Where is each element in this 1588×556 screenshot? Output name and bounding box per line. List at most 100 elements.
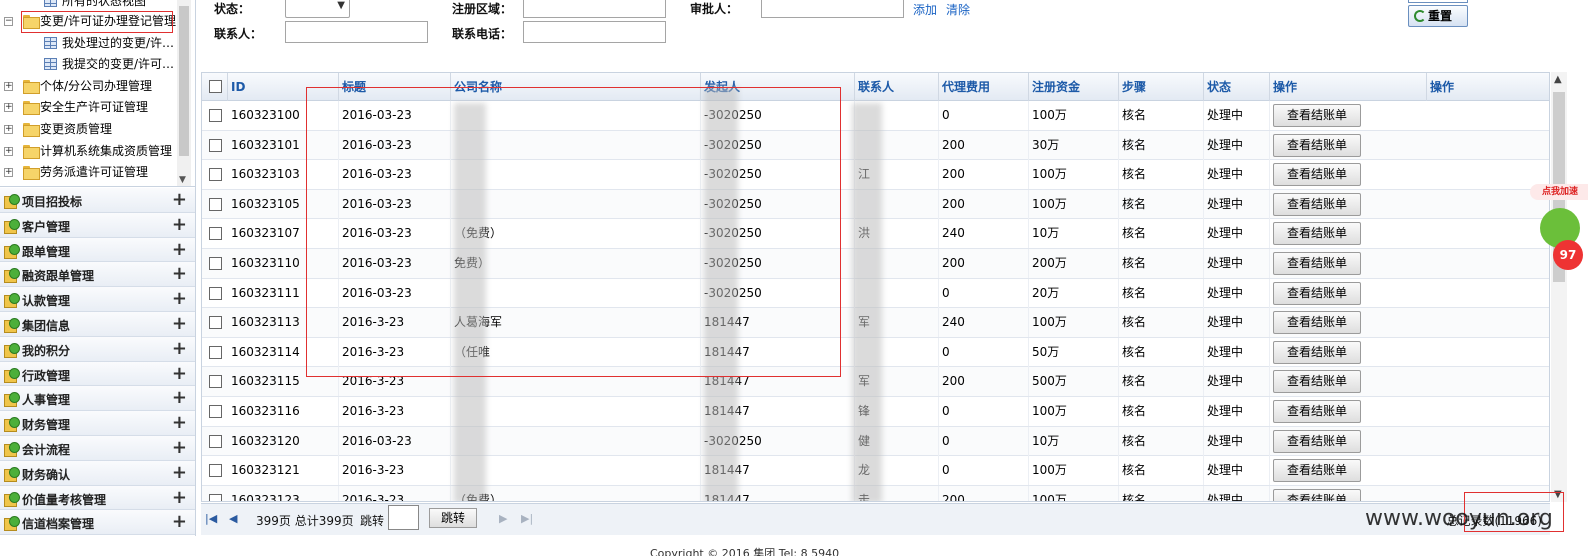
view-statement-button[interactable]: 查看结账单 [1273,459,1361,483]
expand-plus-icon[interactable]: + [172,189,187,211]
row-checkbox[interactable] [209,227,222,241]
expand-plus-icon[interactable]: + [172,437,187,459]
cell-status: 处理中 [1204,249,1270,278]
nav-item[interactable]: 会计流程 + [0,435,195,461]
approver-input[interactable] [761,0,904,18]
expand-plus-icon[interactable]: + [172,387,187,409]
nav-item[interactable]: 价值量考核管理 + [0,485,195,511]
view-statement-button[interactable]: 查看结账单 [1273,400,1361,423]
column-header[interactable]: 步骤 [1119,73,1204,101]
column-header[interactable]: 操作 [1270,73,1427,101]
phone-input[interactable] [523,21,666,43]
page-number-input[interactable] [388,505,419,530]
row-checkbox[interactable] [209,168,222,182]
select-all-checkbox[interactable] [209,80,222,93]
collapse-icon[interactable]: − [4,17,13,26]
view-statement-button[interactable]: 查看结账单 [1273,340,1361,364]
prev-page-icon[interactable]: ◀ [229,512,237,525]
row-checkbox[interactable] [209,493,222,501]
row-checkbox[interactable] [209,434,222,448]
expand-plus-icon[interactable]: + [172,462,187,484]
row-checkbox[interactable] [209,197,222,211]
nav-item[interactable]: 财务确认 + [0,460,195,486]
nav-item[interactable]: 跟单管理 + [0,237,195,263]
expand-plus-icon[interactable]: + [172,412,187,434]
view-statement-button[interactable]: 查看结账单 [1273,429,1361,453]
view-statement-button[interactable]: 查看结账单 [1273,281,1361,305]
column-header[interactable]: 操作 [1427,73,1549,101]
view-statement-button[interactable]: 查看结账单 [1273,311,1361,335]
row-checkbox[interactable] [209,286,222,300]
row-checkbox[interactable] [209,316,222,330]
phone-label: 联系电话： [452,27,513,41]
view-statement-button[interactable]: 查看结账单 [1273,133,1361,157]
expand-icon[interactable]: + [4,103,13,112]
status-select[interactable]: ▼ [285,0,350,18]
row-checkbox[interactable] [209,345,222,359]
view-statement-button[interactable]: 查看结账单 [1273,104,1361,127]
clear-link[interactable]: 清除 [946,1,970,18]
row-checkbox[interactable] [209,375,222,389]
nav-item[interactable]: 认款管理 + [0,287,195,312]
nav-item[interactable]: 项目招投标 + [0,188,195,213]
column-header[interactable]: 代理费用 [939,73,1029,101]
jump-button[interactable]: 跳转 [429,508,477,528]
scroll-down-icon[interactable]: ▼ [179,175,186,185]
tree-item-label: 安全生产许可证管理 [40,100,149,114]
nav-item[interactable]: 人事管理 + [0,386,195,412]
row-checkbox[interactable] [209,257,222,270]
tree-scrollbar[interactable]: ▼ [177,0,191,186]
nav-item[interactable]: 信道档案管理 + [0,510,195,536]
contact-input[interactable] [285,21,428,43]
expand-plus-icon[interactable]: + [172,511,187,533]
expand-plus-icon[interactable]: + [172,487,187,509]
nav-item[interactable]: 融资跟单管理 + [0,262,195,288]
first-page-icon[interactable]: |◀ [205,512,217,525]
cell-status: 处理中 [1204,308,1270,338]
scroll-thumb[interactable] [179,6,189,156]
cell-extra-action [1427,456,1549,485]
grid-scrollbar[interactable]: ▲ ▼ [1551,72,1567,502]
expand-icon[interactable]: + [4,147,13,156]
column-header[interactable]: 状态 [1204,73,1270,101]
speed-badge[interactable]: 97 [1553,240,1583,270]
nav-item[interactable]: 客户管理 + [0,212,195,238]
expand-icon[interactable]: + [4,168,13,177]
nav-item[interactable]: 行政管理 + [0,361,195,387]
row-checkbox[interactable] [209,405,222,418]
view-statement-button[interactable]: 查看结账单 [1273,370,1361,394]
expand-plus-icon[interactable]: + [172,239,187,261]
row-checkbox[interactable] [209,138,222,152]
add-link[interactable]: 添加 [913,1,937,18]
last-page-icon[interactable]: ▶| [521,512,533,525]
column-header[interactable]: 注册资金 [1029,73,1119,101]
row-checkbox[interactable] [209,464,222,478]
expand-plus-icon[interactable]: + [172,263,187,285]
column-header[interactable]: 联系人 [855,73,939,101]
next-page-icon[interactable]: ▶ [499,512,507,525]
nav-accordion: 项目招投标 + 客户管理 + 跟单管理 + 融资跟单管理 + 认款管理 + 集团信息 + 我的积分 + 行政… [0,188,195,536]
nav-item[interactable]: 集团信息 + [0,311,195,337]
expand-plus-icon[interactable]: + [172,214,187,236]
view-statement-button[interactable]: 查看结账单 [1273,252,1361,275]
view-statement-button[interactable]: 查看结账单 [1273,192,1361,216]
view-statement-button[interactable]: 查看结账单 [1273,163,1361,187]
speedup-tip[interactable]: 点我加速 [1530,184,1588,200]
cell-capital: 100万 [1029,308,1119,338]
expand-plus-icon[interactable]: + [172,363,187,385]
reset-button[interactable]: 重置 [1408,5,1468,27]
row-checkbox[interactable] [209,109,222,122]
region-input[interactable] [523,0,666,18]
scroll-up-icon[interactable]: ▲ [1554,74,1562,85]
view-statement-button[interactable]: 查看结账单 [1273,222,1361,246]
expand-icon[interactable]: + [4,125,13,134]
expand-plus-icon[interactable]: + [172,338,187,360]
expand-icon[interactable]: + [4,82,13,91]
cell-step: 核名 [1119,367,1204,397]
nav-item[interactable]: 财务管理 + [0,411,195,436]
refresh-icon [1414,10,1426,22]
expand-plus-icon[interactable]: + [172,288,187,310]
view-statement-button[interactable]: 查看结账单 [1273,488,1361,501]
nav-item[interactable]: 我的积分 + [0,336,195,362]
expand-plus-icon[interactable]: + [172,313,187,335]
